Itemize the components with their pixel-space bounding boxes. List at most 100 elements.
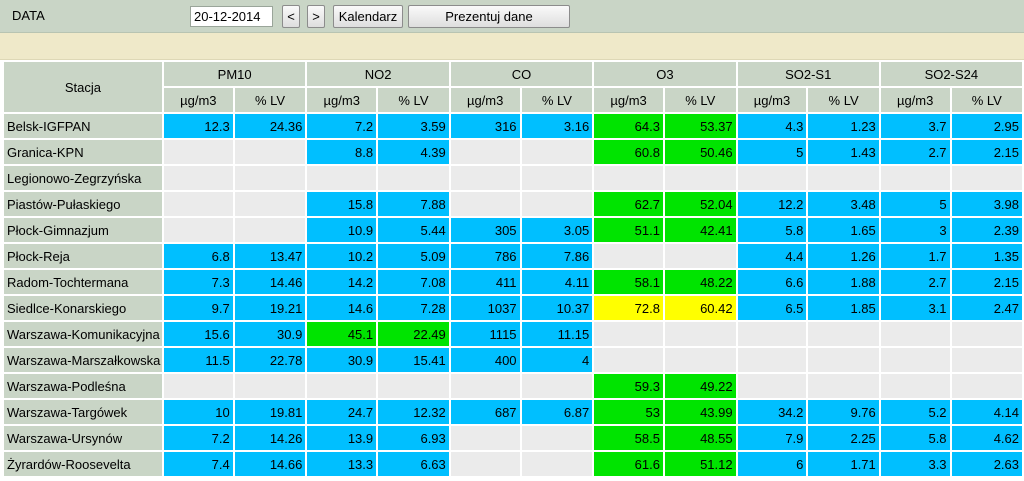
concentration-cell: 12.3 [163, 114, 233, 138]
concentration-cell: 24.7 [307, 400, 377, 424]
unit-header: µg/m3 [880, 88, 950, 112]
lv-percent-cell: 7.28 [378, 296, 449, 320]
concentration-cell [880, 322, 950, 346]
station-name: Warszawa-Podleśna [4, 374, 162, 398]
next-day-button[interactable]: > [307, 5, 325, 28]
concentration-cell: 58.1 [594, 270, 663, 294]
concentration-cell: 6.8 [163, 244, 233, 268]
concentration-cell [880, 166, 950, 190]
concentration-cell: 3.1 [880, 296, 950, 320]
measurements-table: Stacja PM10 NO2 CO O3 SO2-S1 SO2-S24 µg/… [2, 60, 1024, 478]
lv-percent-cell [521, 192, 593, 216]
concentration-cell: 316 [450, 114, 520, 138]
lv-percent-cell [664, 348, 736, 372]
lv-percent-cell: 2.39 [951, 218, 1022, 242]
concentration-cell: 51.1 [594, 218, 663, 242]
lv-percent-cell [664, 166, 736, 190]
station-name: Radom-Tochtermana [4, 270, 162, 294]
lv-percent-cell [521, 140, 593, 164]
concentration-cell: 10 [163, 400, 233, 424]
lv-percent-cell [521, 166, 593, 190]
lv-percent-cell: 11.15 [521, 322, 593, 346]
concentration-cell: 12.2 [737, 192, 807, 216]
concentration-cell: 8.8 [307, 140, 377, 164]
concentration-cell [594, 244, 663, 268]
lv-percent-cell: 6.63 [378, 452, 449, 476]
lv-percent-cell: 48.55 [664, 426, 736, 450]
lv-percent-cell: 4.14 [951, 400, 1022, 424]
concentration-cell: 305 [450, 218, 520, 242]
lv-percent-cell: 1.35 [951, 244, 1022, 268]
previous-day-button[interactable]: < [282, 5, 300, 28]
table-row: Belsk-IGFPAN 12.3 24.36 7.2 3.59 316 3.16 64.3 5… [4, 114, 1022, 138]
concentration-cell [594, 348, 663, 372]
concentration-cell: 4.3 [737, 114, 807, 138]
lv-percent-cell [664, 244, 736, 268]
concentration-cell: 6 [737, 452, 807, 476]
concentration-cell [163, 192, 233, 216]
concentration-cell: 6.5 [737, 296, 807, 320]
lv-percent-cell: 22.78 [234, 348, 306, 372]
lv-percent-cell: 14.66 [234, 452, 306, 476]
lv-percent-cell: 51.12 [664, 452, 736, 476]
concentration-cell: 7.2 [163, 426, 233, 450]
lv-percent-cell [521, 374, 593, 398]
unit-header: µg/m3 [450, 88, 520, 112]
table-row: Legionowo-Zegrzyńska [4, 166, 1022, 190]
lv-percent-cell: 15.41 [378, 348, 449, 372]
station-name: Warszawa-Targówek [4, 400, 162, 424]
concentration-cell [450, 452, 520, 476]
table-row: Radom-Tochtermana 7.3 14.46 14.2 7.08 411 4.11… [4, 270, 1022, 294]
lv-percent-cell: 1.23 [808, 114, 879, 138]
lv-percent-cell: 3.05 [521, 218, 593, 242]
lv-percent-cell: 14.26 [234, 426, 306, 450]
calendar-button[interactable]: Kalendarz [333, 5, 403, 28]
lv-percent-cell: 1.85 [808, 296, 879, 320]
concentration-cell [737, 322, 807, 346]
concentration-cell: 400 [450, 348, 520, 372]
concentration-cell: 61.6 [594, 452, 663, 476]
concentration-cell: 7.4 [163, 452, 233, 476]
concentration-cell: 2.7 [880, 270, 950, 294]
lv-percent-cell: 4.11 [521, 270, 593, 294]
concentration-cell: 786 [450, 244, 520, 268]
unit-header: % LV [378, 88, 449, 112]
lv-percent-cell [808, 374, 879, 398]
lv-percent-cell: 19.81 [234, 400, 306, 424]
concentration-cell: 10.2 [307, 244, 377, 268]
table-row: Żyrardów-Roosevelta 7.4 14.66 13.3 6.63 61.6 5… [4, 452, 1022, 476]
lv-percent-cell: 19.21 [234, 296, 306, 320]
lv-percent-cell: 2.63 [951, 452, 1022, 476]
unit-header: µg/m3 [163, 88, 233, 112]
lv-percent-cell: 60.42 [664, 296, 736, 320]
concentration-cell: 7.3 [163, 270, 233, 294]
date-input[interactable] [190, 6, 273, 27]
lv-percent-cell [378, 166, 449, 190]
lv-percent-cell: 7.86 [521, 244, 593, 268]
lv-percent-cell: 9.76 [808, 400, 879, 424]
table-row: Warszawa-Komunikacyjna 15.6 30.9 45.1 22.49 1… [4, 322, 1022, 346]
unit-header: % LV [951, 88, 1022, 112]
show-data-button[interactable]: Prezentuj dane [408, 5, 570, 28]
lv-percent-cell: 4.62 [951, 426, 1022, 450]
concentration-cell: 13.9 [307, 426, 377, 450]
lv-percent-cell: 1.88 [808, 270, 879, 294]
concentration-cell: 2.7 [880, 140, 950, 164]
concentration-cell: 3 [880, 218, 950, 242]
concentration-cell: 30.9 [307, 348, 377, 372]
lv-percent-cell [234, 218, 306, 242]
lv-percent-cell: 6.87 [521, 400, 593, 424]
unit-header: µg/m3 [594, 88, 663, 112]
lv-percent-cell [951, 348, 1022, 372]
concentration-cell: 1037 [450, 296, 520, 320]
concentration-cell: 5.8 [737, 218, 807, 242]
concentration-cell: 13.3 [307, 452, 377, 476]
station-name: Żyrardów-Roosevelta [4, 452, 162, 476]
concentration-cell [450, 166, 520, 190]
concentration-cell [450, 140, 520, 164]
lv-percent-cell: 12.32 [378, 400, 449, 424]
lv-percent-cell [951, 322, 1022, 346]
lv-percent-cell: 22.49 [378, 322, 449, 346]
concentration-cell: 5 [737, 140, 807, 164]
concentration-cell: 411 [450, 270, 520, 294]
